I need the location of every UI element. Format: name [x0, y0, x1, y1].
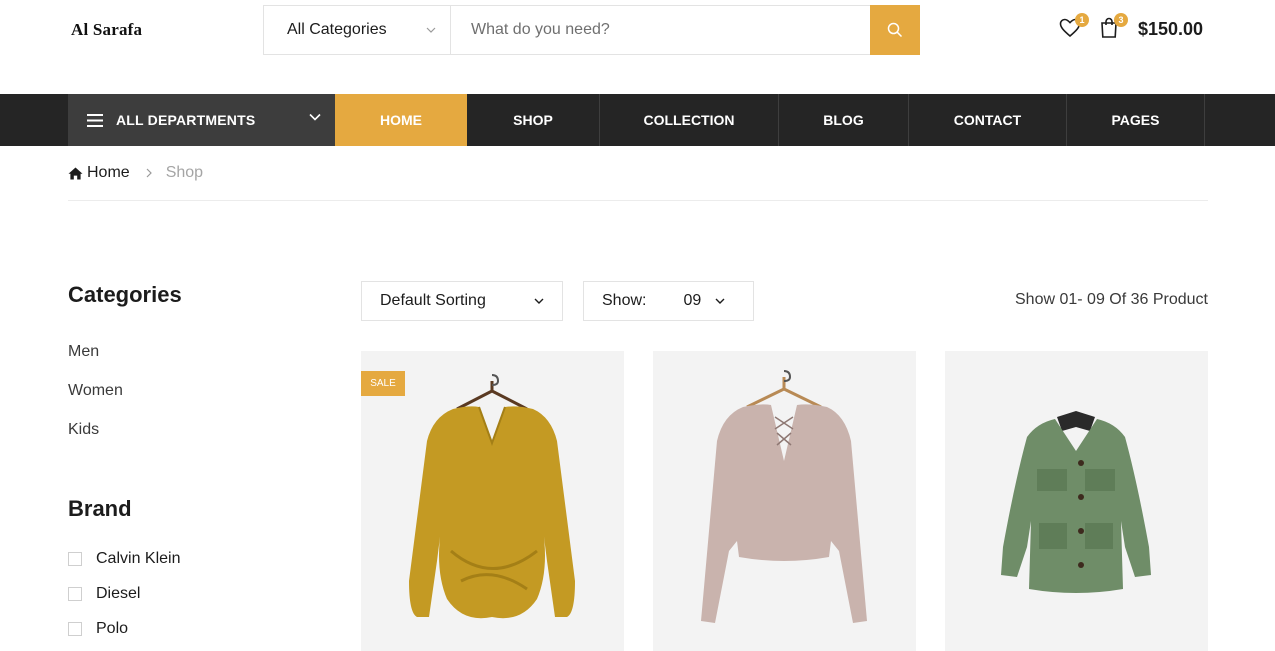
category-link-kids[interactable]: Kids: [68, 421, 99, 439]
result-count: Show 01- 09 Of 36 Product: [1015, 291, 1208, 308]
per-page-select[interactable]: Show: 09: [583, 281, 754, 321]
per-page-value: 09: [683, 292, 702, 309]
cart-button[interactable]: 3: [1097, 13, 1128, 42]
search-icon: [887, 22, 903, 38]
brand-label: Polo: [96, 620, 129, 637]
chevron-down-icon: [426, 27, 436, 33]
brand-filter-diesel[interactable]: Diesel: [68, 585, 140, 603]
chevron-down-icon: [715, 298, 725, 304]
nav-home[interactable]: HOME: [335, 94, 467, 146]
nav-blog[interactable]: BLOG: [779, 94, 909, 146]
all-departments-button[interactable]: ALL DEPARTMENTS: [68, 94, 335, 146]
checkbox[interactable]: [68, 622, 82, 636]
checkbox[interactable]: [68, 587, 82, 601]
nav-collection[interactable]: COLLECTION: [600, 94, 779, 146]
main-navbar: ALL DEPARTMENTS HOME SHOP COLLECTION BLO…: [0, 94, 1275, 146]
mustard-twist-sweater-image: [361, 351, 624, 651]
search-button[interactable]: [870, 5, 920, 55]
nav-contact[interactable]: CONTACT: [909, 94, 1067, 146]
brand-filter-polo[interactable]: Polo: [68, 620, 128, 638]
sorting-select-label: Default Sorting: [380, 292, 486, 309]
category-select[interactable]: All Categories: [264, 6, 451, 54]
nav-shop[interactable]: SHOP: [467, 94, 600, 146]
brand-filter-calvin-klein[interactable]: Calvin Klein: [68, 550, 180, 568]
product-card[interactable]: [653, 351, 916, 651]
search-bar: All Categories: [263, 5, 920, 55]
all-departments-label: ALL DEPARTMENTS: [116, 112, 256, 128]
chevron-down-icon: [309, 113, 321, 121]
brand-label: Diesel: [96, 585, 141, 602]
divider: [68, 200, 1208, 201]
breadcrumb: Home Shop: [68, 164, 203, 182]
sale-badge: SALE: [361, 371, 405, 396]
category-link-men[interactable]: Men: [68, 343, 99, 361]
site-logo[interactable]: Al Sarafa: [71, 20, 142, 40]
brand-heading: Brand: [68, 496, 132, 521]
nav-pages[interactable]: PAGES: [1067, 94, 1205, 146]
sorting-select[interactable]: Default Sorting: [361, 281, 563, 321]
search-input[interactable]: [451, 6, 870, 54]
chevron-down-icon: [534, 298, 544, 304]
brand-label: Calvin Klein: [96, 550, 181, 567]
breadcrumb-home-label: Home: [87, 164, 130, 181]
cart-total[interactable]: $150.00: [1138, 19, 1203, 40]
category-link-women[interactable]: Women: [68, 382, 123, 400]
pink-lace-up-sweater-image: [653, 351, 916, 651]
breadcrumb-home-link[interactable]: Home: [68, 164, 130, 182]
hamburger-icon: [87, 113, 103, 127]
wishlist-button[interactable]: 1: [1058, 13, 1089, 42]
category-select-label: All Categories: [287, 21, 387, 38]
green-utility-jacket-image: [945, 351, 1208, 651]
cart-count-badge: 3: [1114, 13, 1128, 27]
categories-heading: Categories: [68, 282, 182, 307]
checkbox[interactable]: [68, 552, 82, 566]
wishlist-count-badge: 1: [1075, 13, 1089, 27]
per-page-label: Show:: [602, 292, 647, 309]
product-card[interactable]: SALE: [361, 351, 624, 651]
chevron-right-icon: [146, 168, 152, 178]
product-card[interactable]: [945, 351, 1208, 651]
home-icon: [68, 167, 83, 179]
breadcrumb-current: Shop: [165, 164, 204, 181]
